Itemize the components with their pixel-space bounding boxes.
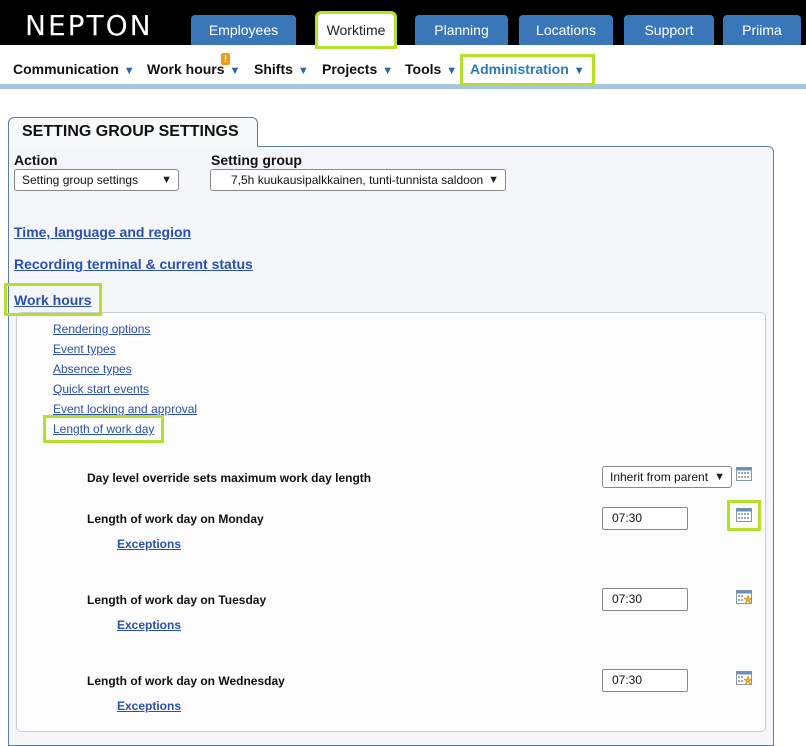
tab-priima[interactable]: Priima [723, 15, 801, 45]
monday-exceptions-link[interactable]: Exceptions [117, 537, 181, 551]
chevron-down-icon: ▼ [488, 174, 499, 186]
wednesday-label: Length of work day on Wednesday [87, 674, 285, 688]
setting-group-select[interactable]: 7,5h kuukausipalkkainen, tunti-tunnista … [210, 169, 506, 191]
panel-tab: SETTING GROUP SETTINGS [8, 117, 258, 147]
monday-time-input[interactable]: 07:30 [602, 507, 688, 530]
nav-projects-label: Projects [322, 61, 378, 77]
link-rendering-options[interactable]: Rendering options [53, 322, 150, 336]
monday-label: Length of work day on Monday [87, 512, 264, 526]
notification-badge: ! [221, 53, 230, 65]
override-select-value: Inherit from parent [610, 470, 709, 484]
chevron-down-icon: ▼ [382, 65, 394, 77]
section-work-hours[interactable]: Work hours [4, 283, 102, 316]
chevron-down-icon: ▼ [161, 174, 172, 186]
section-recording-terminal[interactable]: Recording terminal & current status [14, 256, 253, 272]
chevron-down-icon: ▼ [714, 471, 725, 483]
link-length-of-work-day[interactable]: Length of work day [42, 415, 165, 443]
wednesday-exceptions-link[interactable]: Exceptions [117, 699, 181, 713]
chevron-down-icon: ▼ [446, 65, 458, 77]
chevron-down-icon: ▼ [123, 65, 135, 77]
calendar-star-icon[interactable] [736, 590, 752, 604]
calendar-icon [736, 508, 752, 522]
chevron-down-icon: ▼ [573, 65, 585, 77]
setting-group-select-value: 7,5h kuukausipalkkainen, tunti-tunnista … [231, 173, 484, 187]
nav-tools-label: Tools [405, 61, 442, 77]
nav-communication[interactable]: Communication ▼ [13, 61, 135, 77]
calendar-star-icon[interactable] [736, 671, 752, 685]
tab-employees[interactable]: Employees [191, 15, 296, 45]
nav-administration-label: Administration [470, 61, 569, 77]
tuesday-label: Length of work day on Tuesday [87, 593, 267, 607]
nav-shifts[interactable]: Shifts ▼ [254, 61, 309, 77]
link-event-types[interactable]: Event types [53, 342, 116, 356]
nav-projects[interactable]: Projects ▼ [322, 61, 393, 77]
chevron-down-icon: ▼ [229, 65, 241, 77]
link-event-locking[interactable]: Event locking and approval [53, 402, 197, 416]
tab-planning[interactable]: Planning [415, 15, 508, 45]
nav-tools[interactable]: Tools ▼ [405, 61, 457, 77]
action-select[interactable]: Setting group settings ▼ [14, 169, 179, 191]
override-select[interactable]: Inherit from parent ▼ [602, 466, 732, 488]
panel-title: SETTING GROUP SETTINGS [22, 123, 239, 140]
chevron-down-icon: ▼ [297, 65, 309, 77]
tab-support[interactable]: Support [624, 15, 714, 45]
nav-communication-label: Communication [13, 61, 119, 77]
wednesday-time-input[interactable]: 07:30 [602, 669, 688, 692]
nav-administration[interactable]: Administration ▼ [460, 54, 595, 86]
nav-work-hours-label: Work hours [147, 61, 225, 77]
section-time-language[interactable]: Time, language and region [14, 224, 191, 240]
override-label: Day level override sets maximum work day… [87, 471, 372, 485]
nepton-logo: NEPTON [25, 9, 153, 42]
tuesday-time-input[interactable]: 07:30 [602, 588, 688, 611]
link-quick-start-events[interactable]: Quick start events [53, 382, 149, 396]
tuesday-exceptions-link[interactable]: Exceptions [117, 618, 181, 632]
tab-worktime[interactable]: Worktime [315, 11, 397, 49]
action-select-value: Setting group settings [22, 173, 139, 187]
action-label: Action [14, 152, 58, 168]
link-absence-types[interactable]: Absence types [53, 362, 132, 376]
tab-locations[interactable]: Locations [519, 15, 613, 45]
nav-shifts-label: Shifts [254, 61, 293, 77]
setting-group-label: Setting group [211, 152, 302, 168]
calendar-icon[interactable] [736, 467, 752, 481]
